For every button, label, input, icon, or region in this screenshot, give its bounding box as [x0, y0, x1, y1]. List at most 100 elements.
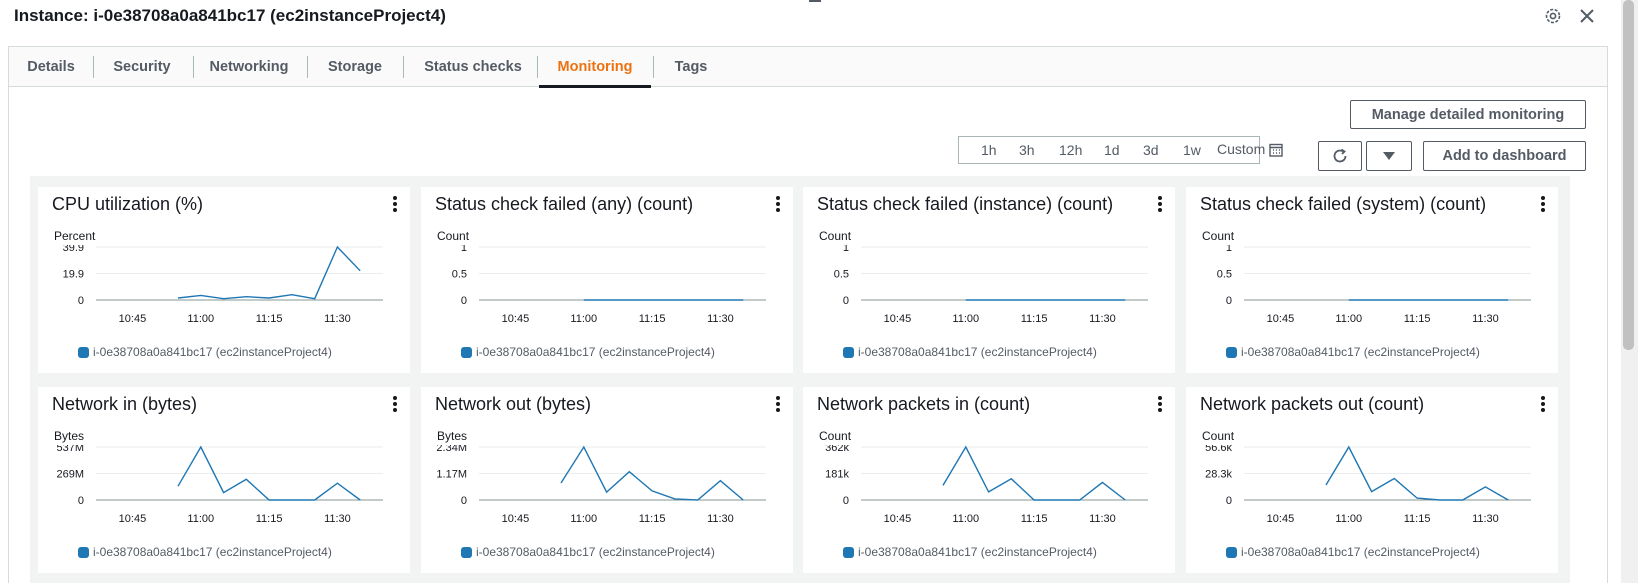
- legend-label: i-0e38708a0a841bc17 (ec2instanceProject4…: [858, 545, 1097, 559]
- chart-plot: 0 28.3k 56.6k 10:45 11:00 11:15 11:30: [1205, 445, 1531, 525]
- y-tick-label: 28.3k: [1205, 469, 1232, 481]
- y-tick-label: 0: [1226, 495, 1232, 507]
- gear-icon[interactable]: [1542, 5, 1564, 27]
- tab-divider: [193, 56, 194, 78]
- tab-storage[interactable]: Storage: [315, 47, 395, 87]
- range-1d[interactable]: 1d: [1104, 142, 1120, 158]
- more-options-icon[interactable]: [773, 196, 783, 212]
- range-3h[interactable]: 3h: [1019, 142, 1035, 158]
- x-tick-label: 10:45: [884, 513, 912, 525]
- tab-divider: [93, 56, 94, 78]
- chart-legend[interactable]: i-0e38708a0a841bc17 (ec2instanceProject4…: [1226, 545, 1480, 559]
- x-tick-label: 11:00: [570, 313, 597, 325]
- close-icon[interactable]: [1576, 5, 1598, 27]
- legend-swatch: [78, 346, 89, 358]
- y-tick-label: 0: [461, 295, 467, 307]
- y-tick-label: 0: [843, 495, 849, 507]
- y-tick-label: 0.5: [1217, 269, 1232, 281]
- x-tick-label: 11:30: [1089, 313, 1116, 325]
- caret-down-icon: [1383, 152, 1395, 160]
- range-custom[interactable]: Custom: [1217, 141, 1283, 157]
- y-tick-label: 56.6k: [1205, 445, 1232, 454]
- range-1h[interactable]: 1h: [981, 142, 997, 158]
- more-options-icon[interactable]: [1155, 196, 1165, 212]
- tab-bar: Details Security Networking Storage Stat…: [9, 47, 1607, 88]
- legend-swatch: [461, 546, 472, 558]
- x-tick-label: 10:45: [502, 313, 530, 325]
- tab-tags[interactable]: Tags: [661, 47, 721, 87]
- more-options-icon[interactable]: [1538, 396, 1548, 412]
- metric-widget: Network packets out (count) Count 0 28.3k 56…: [1186, 387, 1558, 573]
- chart-legend[interactable]: i-0e38708a0a841bc17 (ec2instanceProject4…: [78, 545, 332, 559]
- x-tick-label: 11:30: [1472, 513, 1499, 525]
- chart-plot: 0 0.5 1 10:45 11:00 11:15 11:30: [834, 245, 1148, 325]
- tab-divider: [653, 56, 654, 78]
- legend-swatch: [843, 546, 854, 558]
- more-options-icon[interactable]: [1538, 196, 1548, 212]
- resize-handle[interactable]: [809, 0, 821, 2]
- metric-widget: Status check failed (any) (count) Count 0 0…: [421, 187, 793, 373]
- widget-title: Status check failed (instance) (count): [817, 194, 1114, 214]
- series-line: [177, 245, 361, 300]
- x-tick-label: 11:15: [639, 513, 666, 525]
- x-tick-label: 11:30: [324, 513, 351, 525]
- legend-label: i-0e38708a0a841bc17 (ec2instanceProject4…: [93, 545, 332, 559]
- chart-plot: 0 1.17M 2.34M 10:45 11:00 11:15 11:30: [436, 445, 766, 525]
- chart-legend[interactable]: i-0e38708a0a841bc17 (ec2instanceProject4…: [1226, 345, 1480, 359]
- range-3d[interactable]: 3d: [1143, 142, 1159, 158]
- y-axis-label: Count: [1202, 429, 1235, 443]
- legend-label: i-0e38708a0a841bc17 (ec2instanceProject4…: [476, 545, 715, 559]
- more-options-icon[interactable]: [773, 396, 783, 412]
- vertical-scrollbar[interactable]: [1621, 0, 1638, 583]
- widget-title: Network in (bytes): [52, 394, 198, 414]
- legend-swatch: [78, 546, 89, 558]
- range-custom-label: Custom: [1217, 141, 1266, 157]
- refresh-button[interactable]: [1318, 141, 1362, 171]
- x-tick-label: 11:00: [1335, 513, 1362, 525]
- chart-legend[interactable]: i-0e38708a0a841bc17 (ec2instanceProject4…: [461, 345, 715, 359]
- y-axis-label: Bytes: [54, 429, 85, 443]
- y-tick-label: 1: [461, 245, 467, 254]
- x-tick-label: 10:45: [1267, 513, 1295, 525]
- refresh-icon: [1333, 148, 1347, 163]
- widget-title: CPU utilization (%): [52, 194, 204, 214]
- chart-plot: 0 269M 537M 10:45 11:00 11:15 11:30: [56, 445, 383, 525]
- x-tick-label: 11:00: [1335, 313, 1362, 325]
- y-tick-label: 362k: [825, 445, 849, 454]
- more-options-icon[interactable]: [1155, 396, 1165, 412]
- refresh-options-dropdown[interactable]: [1366, 141, 1412, 171]
- tab-monitoring[interactable]: Monitoring: [539, 47, 651, 88]
- chart-legend[interactable]: i-0e38708a0a841bc17 (ec2instanceProject4…: [843, 345, 1097, 359]
- chart-legend[interactable]: i-0e38708a0a841bc17 (ec2instanceProject4…: [843, 545, 1097, 559]
- chart-plot: 0 0.5 1 10:45 11:00 11:15 11:30: [1217, 245, 1531, 325]
- widget-title: Network out (bytes): [435, 394, 592, 414]
- x-tick-label: 10:45: [502, 513, 530, 525]
- legend-swatch: [1226, 346, 1237, 358]
- tab-details[interactable]: Details: [15, 47, 87, 87]
- x-tick-label: 11:30: [324, 313, 351, 325]
- y-tick-label: 1: [1226, 245, 1232, 254]
- chart-plot: 0 19.9 39.9 10:45 11:00 11:15 11:30: [63, 245, 383, 325]
- y-tick-label: 0.5: [452, 269, 467, 281]
- chart-plot: 0 181k 362k 10:45 11:00 11:15 11:30: [825, 445, 1148, 525]
- y-tick-label: 0: [843, 295, 849, 307]
- chart-legend[interactable]: i-0e38708a0a841bc17 (ec2instanceProject4…: [78, 345, 332, 359]
- more-options-icon[interactable]: [390, 196, 400, 212]
- x-tick-label: 11:30: [1089, 513, 1116, 525]
- more-options-icon[interactable]: [390, 396, 400, 412]
- scrollbar-thumb[interactable]: [1623, 0, 1634, 350]
- y-tick-label: 181k: [825, 469, 849, 481]
- metric-widget: CPU utilization (%) Percent 0 19.9 39.9 10:45…: [38, 187, 410, 373]
- y-axis-label: Count: [819, 429, 852, 443]
- x-tick-label: 11:00: [187, 513, 214, 525]
- legend-label: i-0e38708a0a841bc17 (ec2instanceProject4…: [93, 345, 332, 359]
- add-to-dashboard-button[interactable]: Add to dashboard: [1423, 141, 1586, 171]
- y-tick-label: 0: [1226, 295, 1232, 307]
- chart-legend[interactable]: i-0e38708a0a841bc17 (ec2instanceProject4…: [461, 545, 715, 559]
- manage-detailed-monitoring-button[interactable]: Manage detailed monitoring: [1350, 100, 1586, 129]
- tab-status-checks[interactable]: Status checks: [411, 47, 535, 87]
- range-1w[interactable]: 1w: [1183, 142, 1201, 158]
- tab-security[interactable]: Security: [101, 47, 183, 87]
- tab-networking[interactable]: Networking: [201, 47, 297, 87]
- range-12h[interactable]: 12h: [1059, 142, 1082, 158]
